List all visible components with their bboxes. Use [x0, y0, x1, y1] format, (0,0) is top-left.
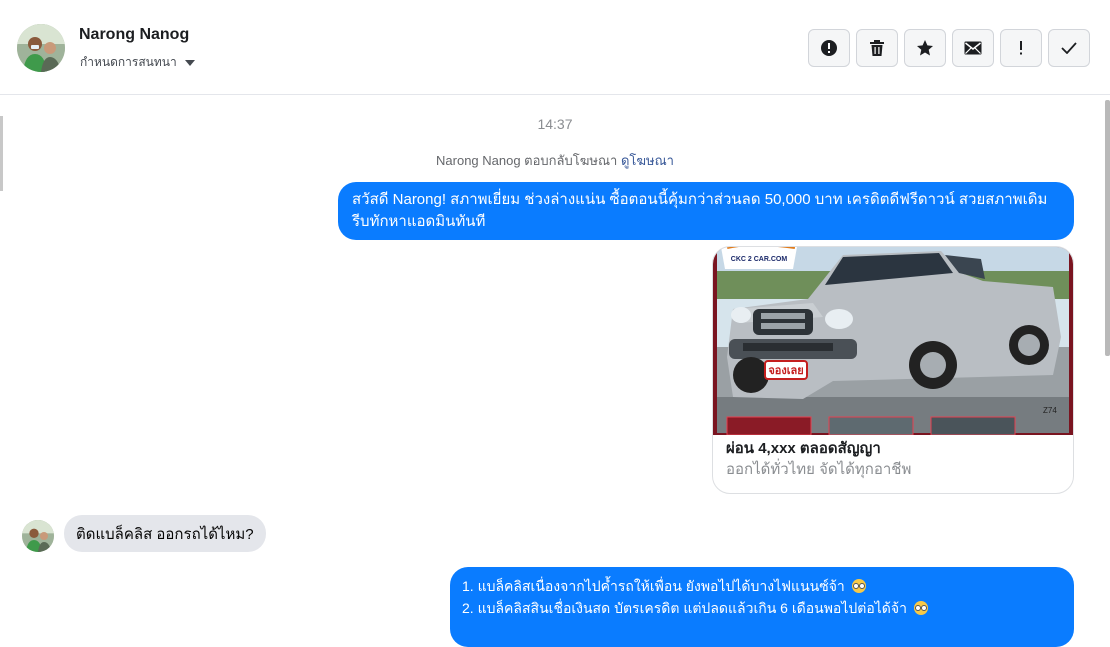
message-line: 1. แบล็คลิสเนื่องจากไปค้ำรถให้เพื่อน ยัง… — [462, 575, 1062, 597]
ad-reply-text: Narong Nanog ตอบกลับโฆษณา — [436, 153, 618, 168]
glasses-emoji-icon — [851, 579, 866, 593]
avatar-photo-icon — [22, 520, 54, 552]
trash-icon — [870, 40, 884, 56]
conversation-header: Narong Nanog กำหนดการสนทนา — [0, 0, 1110, 95]
ad-code-text: Z74 — [1043, 406, 1057, 415]
message-line-text: 2. แบล็คลิสสินเชื่อเงินสด บัตรเครดิต แต่… — [462, 600, 907, 616]
ad-card-subtitle: ออกได้ทั่วไทย จัดได้ทุกอาชีพ — [726, 461, 912, 478]
ad-brand-text: CKC 2 CAR.COM — [731, 256, 788, 263]
ad-card[interactable]: CKC 2 CAR.COM จองเลย Z74 ผ่อน 4,xxx ตลอด… — [712, 246, 1074, 494]
star-button[interactable] — [904, 29, 946, 67]
glasses-emoji-icon — [913, 601, 928, 615]
contact-avatar-small[interactable] — [22, 520, 54, 552]
envelope-icon — [964, 41, 982, 55]
star-icon — [917, 40, 933, 56]
message-timestamp: 14:37 — [537, 116, 573, 132]
message-thread[interactable]: 14:37 Narong Nanog ตอบกลับโฆษณา ดูโฆษณา … — [0, 96, 1110, 647]
outgoing-message-2: 1. แบล็คลิสเนื่องจากไปค้ำรถให้เพื่อน ยัง… — [450, 567, 1074, 647]
report-spam-button[interactable] — [808, 29, 850, 67]
chevron-down-icon — [184, 59, 195, 66]
ad-car-image: CKC 2 CAR.COM จองเลย Z74 — [713, 247, 1073, 435]
message-line-text: 1. แบล็คลิสเนื่องจากไปค้ำรถให้เพื่อน ยัง… — [462, 578, 845, 594]
incoming-message: ติดแบล็คลิส ออกรถได้ไหม? — [64, 515, 266, 552]
contact-avatar[interactable] — [17, 24, 65, 72]
conversation-settings-label: กำหนดการสนทนา — [80, 55, 177, 69]
mark-important-button[interactable] — [1000, 29, 1042, 67]
action-toolbar — [808, 29, 1090, 67]
exclamation-icon — [1020, 41, 1022, 55]
contact-name: Narong Nanog — [79, 26, 190, 43]
ad-reply-note: Narong Nanog ตอบกลับโฆษณา ดูโฆษณา — [0, 150, 1110, 171]
delete-button[interactable] — [856, 29, 898, 67]
ad-badge-text: จองเลย — [768, 364, 803, 377]
mark-done-button[interactable] — [1048, 29, 1090, 67]
right-scrollbar[interactable] — [1105, 100, 1110, 356]
outgoing-message: สวัสดี Narong! สภาพเยี่ยม ช่วงล่างแน่น ซ… — [338, 182, 1074, 240]
conversation-settings-dropdown[interactable]: กำหนดการสนทนา — [80, 53, 195, 72]
checkmark-icon — [1061, 42, 1077, 54]
avatar-photo-icon — [17, 24, 65, 72]
view-ad-link[interactable]: ดูโฆษณา — [621, 153, 674, 168]
alert-circle-icon — [821, 40, 837, 56]
message-line: 2. แบล็คลิสสินเชื่อเงินสด บัตรเครดิต แต่… — [462, 597, 1062, 619]
mark-unread-button[interactable] — [952, 29, 994, 67]
